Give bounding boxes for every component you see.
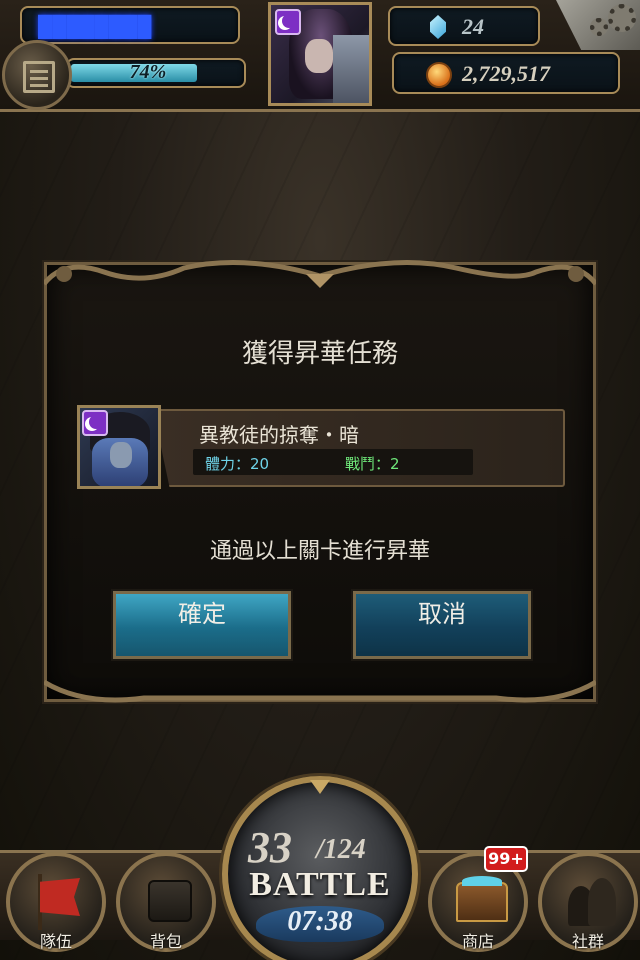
cancel-button-label: 取消: [418, 600, 466, 628]
player-name: ████████: [38, 16, 152, 38]
social-button[interactable]: 社群: [538, 852, 638, 952]
ascension-dialog: 獲得昇華任務 異教徒的掠奪・暗 體力：20 戰鬥：2 通過以上關卡進行昇華 確定…: [44, 262, 596, 702]
small-gear-icon: [590, 18, 608, 36]
shop-notification-badge: 99+: [484, 846, 528, 872]
gear-icon: [608, 4, 636, 32]
stage-entry: 異教徒的掠奪・暗 體力：20 戰鬥：2: [77, 405, 569, 489]
confirm-button-label: 確定: [178, 600, 226, 628]
portrait-armor: [333, 35, 369, 103]
treasure-chest-icon: [456, 876, 508, 922]
coin-counter: 2,729,517: [392, 52, 620, 94]
stage-stats: 體力：20 戰鬥：2: [193, 449, 473, 475]
battle-count: 戰鬥：2: [345, 455, 400, 473]
team-button[interactable]: 隊伍: [6, 852, 106, 952]
leader-portrait[interactable]: [268, 2, 372, 106]
portrait-face: [305, 39, 333, 73]
social-label: 社群: [571, 932, 604, 951]
bag-button[interactable]: 背包: [116, 852, 216, 952]
coin-value: 2,729,517: [462, 61, 550, 86]
bag-label: 背包: [149, 932, 182, 951]
shop-label: 商店: [461, 932, 494, 951]
boss-face: [110, 442, 132, 468]
stamina-timer: 07:38: [287, 906, 353, 937]
stamina-max: /124: [316, 834, 366, 865]
stamina-cost: 體力：20: [205, 455, 270, 473]
exp-percent: 74%: [129, 61, 167, 83]
stage-name: 異教徒的掠奪・暗: [199, 423, 359, 447]
cancel-button[interactable]: 取消: [353, 591, 531, 659]
chevron-down-icon: [310, 780, 330, 794]
boss-portrait: [77, 405, 161, 489]
exp-bar: 74%: [66, 58, 246, 88]
confirm-button[interactable]: 確定: [113, 591, 291, 659]
diamond-icon: [430, 15, 446, 39]
team-label: 隊伍: [39, 932, 72, 951]
menu-icon: [23, 61, 55, 93]
people-icon: [568, 878, 616, 926]
gem-value: 24: [462, 14, 484, 39]
coin-icon: [426, 62, 452, 88]
battle-button[interactable]: 33 /124 BATTLE 07:38: [222, 776, 418, 960]
dialog-title: 獲得昇華任務: [241, 339, 398, 369]
battle-label: BATTLE: [249, 866, 391, 903]
dialog-bottom-ornament: [44, 679, 596, 703]
backpack-icon: [148, 880, 192, 922]
dark-attribute-icon: [275, 9, 301, 35]
top-hud: ████████ 74% 24 2,729,517: [0, 0, 640, 120]
dark-attribute-icon: [82, 410, 108, 436]
flag-icon: [40, 878, 80, 916]
confirm-message: 通過以上關卡進行昇華: [209, 539, 430, 564]
dialog-top-ornament: [44, 260, 596, 288]
gem-counter: 24: [388, 6, 540, 46]
player-name-bar: ████████: [20, 6, 240, 44]
menu-button[interactable]: [2, 40, 72, 110]
